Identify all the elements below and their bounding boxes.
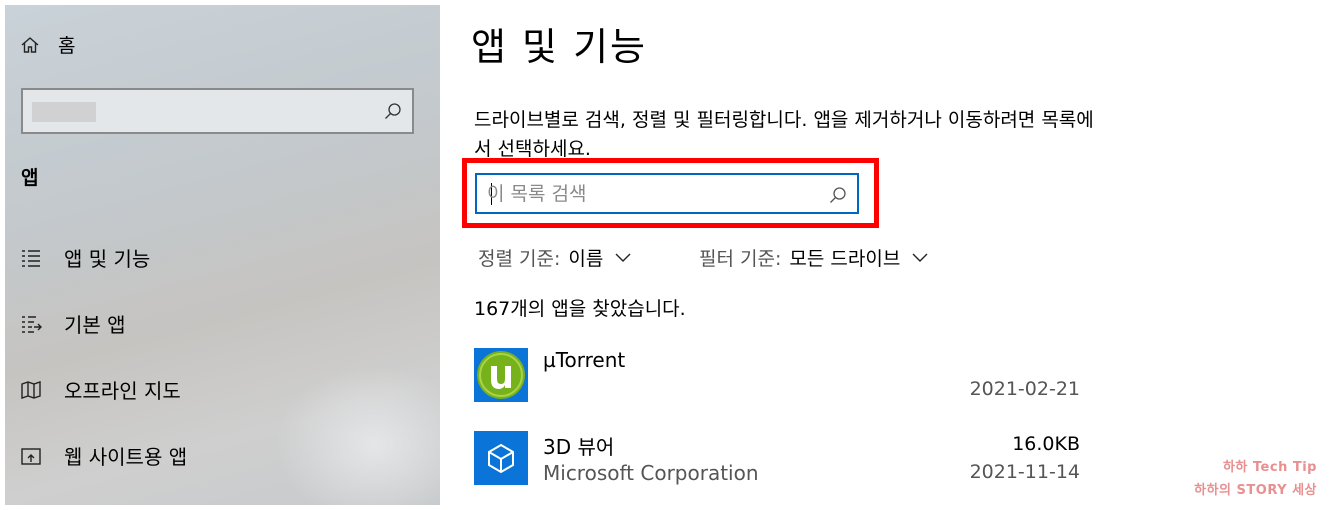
filter-dropdown[interactable]: 필터 기준: 모든 드라이브 <box>699 244 928 271</box>
offline-maps-icon <box>21 380 41 399</box>
apps-features-icon <box>22 249 40 267</box>
sidebar-section-title: 앱 <box>21 167 39 189</box>
filter-label: 필터 기준: <box>699 248 782 270</box>
sidebar-item-offline-maps[interactable]: 오프라인 지도 <box>20 375 181 404</box>
app-list-search-input[interactable] <box>487 181 807 207</box>
search-icon <box>830 187 846 203</box>
main-content: 앱 및 기능 드라이브별로 검색, 정렬 및 필터링합니다. 앱을 제거하거나 … <box>440 0 1331 510</box>
sidebar-item-label: 기본 앱 <box>64 313 126 337</box>
sort-dropdown[interactable]: 정렬 기준: 이름 <box>478 244 631 271</box>
app-publisher: Microsoft Corporation <box>543 461 759 485</box>
apps-found-count: 167개의 앱을 찾았습니다. <box>474 298 686 320</box>
app-list-search[interactable] <box>475 173 859 214</box>
sidebar-item-label: 웹 사이트용 앱 <box>64 445 188 469</box>
settings-sidebar: 홈 앱 앱 및 기능 기본 앱 오프라인 지도 웹 사이트용 앱 <box>5 5 440 505</box>
sidebar-item-apps-for-websites[interactable]: 웹 사이트용 앱 <box>20 441 187 470</box>
app-install-date: 2021-11-14 <box>969 461 1080 483</box>
home-icon <box>21 36 39 53</box>
sidebar-item-label: 오프라인 지도 <box>64 379 181 403</box>
home-label: 홈 <box>58 35 76 57</box>
sidebar-item-apps-features[interactable]: 앱 및 기능 <box>20 243 150 272</box>
3d-viewer-icon <box>474 431 528 485</box>
app-list-item[interactable]: µTorrent 2021-02-21 <box>474 348 1080 404</box>
app-size: 16.0KB <box>1012 433 1080 455</box>
utorrent-icon <box>474 348 528 402</box>
settings-search-input[interactable] <box>21 88 414 134</box>
app-install-date: 2021-02-21 <box>969 378 1080 400</box>
app-name: 3D 뷰어 <box>543 435 615 459</box>
home-nav-item[interactable]: 홈 <box>20 31 75 58</box>
sidebar-item-label: 앱 및 기능 <box>64 247 151 271</box>
app-list-item[interactable]: 3D 뷰어 Microsoft Corporation 16.0KB 2021-… <box>474 431 1080 487</box>
page-description: 드라이브별로 검색, 정렬 및 필터링합니다. 앱을 제거하거나 이동하려면 목… <box>474 109 1094 160</box>
page-title: 앱 및 기능 <box>471 25 647 69</box>
sort-label: 정렬 기준: <box>478 248 561 270</box>
app-name: µTorrent <box>543 348 626 372</box>
blurred-search-text <box>32 102 96 122</box>
default-apps-icon <box>22 315 42 333</box>
watermark-line-1: 하하 Tech Tip <box>1222 460 1317 475</box>
watermark-line-2: 하하의 STORY 세상 <box>1194 483 1317 498</box>
chevron-down-icon <box>615 253 631 262</box>
search-icon <box>385 103 401 119</box>
sidebar-item-default-apps[interactable]: 기본 앱 <box>20 309 126 338</box>
apps-for-websites-icon <box>21 447 41 465</box>
sort-value: 이름 <box>568 248 604 270</box>
chevron-down-icon <box>912 253 928 262</box>
filter-value: 모든 드라이브 <box>789 248 901 270</box>
